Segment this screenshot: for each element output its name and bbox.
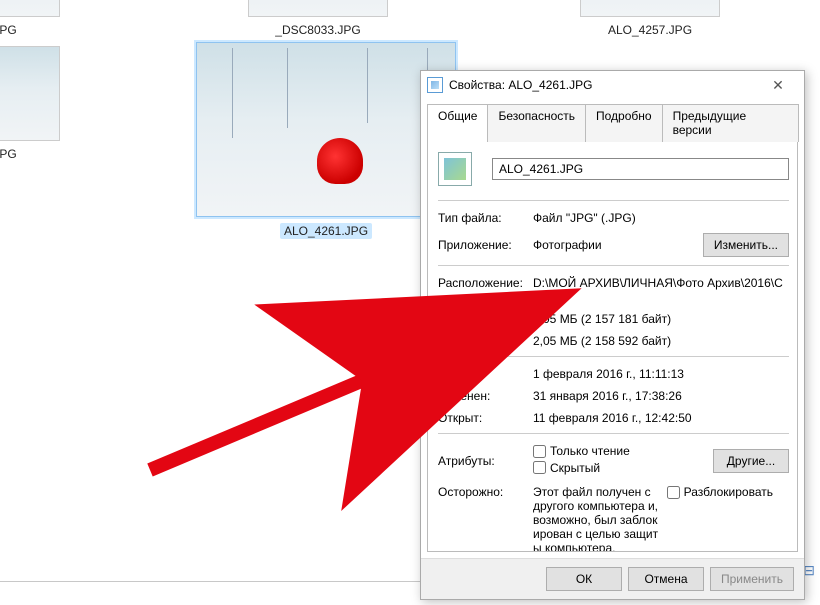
- value-modified: 31 января 2016 г., 17:38:26: [533, 389, 789, 403]
- checkbox-unblock[interactable]: Разблокировать: [667, 485, 773, 499]
- separator: [438, 356, 789, 357]
- label-attributes: Атрибуты:: [438, 454, 533, 468]
- warning-text: Этот файл получен с другого компьютера и…: [533, 485, 667, 552]
- tab-security[interactable]: Безопасность: [487, 104, 586, 142]
- file-label: 7554.JPG: [0, 23, 60, 37]
- label-warning: Осторожно:: [438, 485, 533, 499]
- label-accessed: Открыт:: [438, 411, 533, 425]
- label-filetype: Тип файла:: [438, 211, 533, 225]
- value-size-on-disk: 2,05 МБ (2 158 592 байт): [533, 334, 789, 348]
- file-label: ALO_4257.JPG: [580, 23, 720, 37]
- separator: [438, 433, 789, 434]
- file-label: ALO_4261.JPG: [196, 223, 456, 239]
- checkbox-hidden-input[interactable]: [533, 461, 546, 474]
- value-app: Фотографии: [533, 238, 703, 252]
- label-location: Расположение:: [438, 276, 533, 290]
- file-thumbnail-selected[interactable]: ALO_4261.JPG: [196, 42, 456, 239]
- change-app-button[interactable]: Изменить...: [703, 233, 789, 257]
- checkbox-hidden[interactable]: Скрытый: [533, 461, 600, 475]
- label-size: Размер:: [438, 312, 533, 326]
- value-accessed: 11 февраля 2016 г., 12:42:50: [533, 411, 789, 425]
- ok-button[interactable]: ОК: [546, 567, 622, 591]
- value-location: D:\МОЙ АРХИВ\ЛИЧНАЯ\Фото Архив\2016\Cop: [533, 276, 789, 304]
- tab-panel-general: Тип файла: Файл "JPG" (.JPG) Приложение:…: [427, 141, 798, 552]
- dialog-titlebar[interactable]: Свойства: ALO_4261.JPG ✕: [421, 71, 804, 99]
- close-button[interactable]: ✕: [758, 73, 798, 97]
- tab-strip: Общие Безопасность Подробно Предыдущие в…: [421, 99, 804, 141]
- filename-input[interactable]: [492, 158, 789, 180]
- dialog-footer: ОК Отмена Применить: [421, 558, 804, 599]
- label-created: Создан:: [438, 367, 533, 381]
- other-attributes-button[interactable]: Другие...: [713, 449, 789, 473]
- label-app: Приложение:: [438, 238, 533, 252]
- value-size: 2,05 МБ (2 157 181 байт): [533, 312, 789, 326]
- file-thumbnail[interactable]: 4260.JPG: [0, 46, 60, 161]
- image-file-icon: [427, 77, 443, 93]
- file-thumbnail[interactable]: _DSC8033.JPG: [248, 0, 388, 37]
- separator: [438, 200, 789, 201]
- value-created: 1 февраля 2016 г., 11:11:13: [533, 367, 789, 381]
- checkbox-readonly-input[interactable]: [533, 445, 546, 458]
- tab-details[interactable]: Подробно: [585, 104, 663, 142]
- checkbox-readonly[interactable]: Только чтение: [533, 444, 630, 458]
- checkbox-hidden-label: Скрытый: [550, 461, 600, 475]
- tab-previous-versions[interactable]: Предыдущие версии: [662, 104, 799, 142]
- file-label: _DSC8033.JPG: [248, 23, 388, 37]
- properties-dialog: Свойства: ALO_4261.JPG ✕ Общие Безопасно…: [420, 70, 805, 600]
- checkbox-unblock-label: Разблокировать: [684, 485, 773, 499]
- checkbox-readonly-label: Только чтение: [550, 444, 630, 458]
- value-filetype: Файл "JPG" (.JPG): [533, 211, 789, 225]
- apply-button[interactable]: Применить: [710, 567, 794, 591]
- checkbox-unblock-input[interactable]: [667, 486, 680, 499]
- tab-general[interactable]: Общие: [427, 104, 488, 142]
- file-label: 4260.JPG: [0, 147, 60, 161]
- file-thumbnail[interactable]: 7554.JPG: [0, 0, 60, 37]
- dialog-title: Свойства: ALO_4261.JPG: [449, 78, 592, 92]
- cancel-button[interactable]: Отмена: [628, 567, 704, 591]
- separator: [438, 265, 789, 266]
- file-type-icon: [438, 152, 472, 186]
- label-modified: Изменен:: [438, 389, 533, 403]
- file-thumbnail[interactable]: ALO_4257.JPG: [580, 0, 720, 37]
